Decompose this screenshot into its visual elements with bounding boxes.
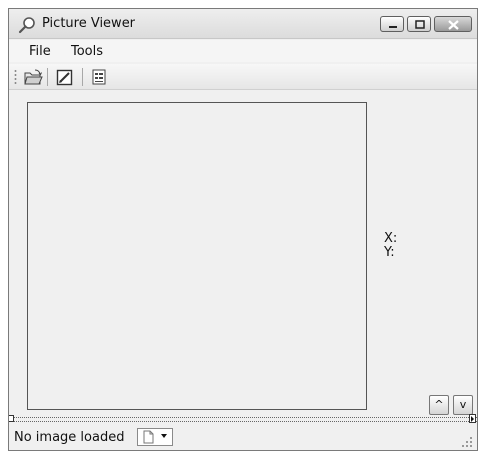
picture-box[interactable] (27, 102, 367, 410)
maximize-icon (415, 20, 425, 29)
menu-bar: File Tools (9, 40, 477, 62)
minimize-button[interactable] (380, 16, 404, 32)
close-button[interactable] (434, 16, 472, 32)
splitter-left-handle[interactable] (9, 415, 14, 422)
scroll-down-button[interactable]: v (453, 395, 473, 415)
status-bar: No image loaded (9, 423, 477, 450)
maximize-button[interactable] (407, 16, 431, 32)
open-folder-button[interactable] (23, 67, 43, 87)
properties-button[interactable] (89, 67, 109, 87)
menu-tools[interactable]: Tools (71, 44, 103, 59)
splitter[interactable] (9, 414, 477, 423)
status-text: No image loaded (14, 430, 125, 445)
resize-grip-icon[interactable] (461, 436, 473, 448)
edit-image-button[interactable] (55, 67, 75, 87)
toolbar-separator (82, 68, 83, 86)
toolbar (9, 64, 477, 90)
chevron-down-icon (161, 434, 167, 438)
magnifier-app-icon (18, 16, 36, 34)
open-folder-icon (24, 69, 43, 85)
status-dropdown-button[interactable] (137, 428, 173, 446)
document-icon (143, 430, 154, 444)
x-coordinate-label: X: (384, 231, 398, 246)
splitter-right-handle[interactable] (469, 414, 476, 423)
scroll-up-button[interactable]: ^ (429, 395, 449, 415)
y-coordinate-label: Y: (384, 245, 395, 260)
properties-icon (92, 69, 106, 85)
content-area: X: Y: ^ v (9, 91, 477, 417)
toolbar-separator (47, 68, 48, 86)
close-icon (448, 20, 459, 30)
toolbar-grip[interactable] (14, 69, 17, 85)
menu-file[interactable]: File (29, 44, 51, 59)
edit-image-icon (56, 69, 73, 86)
picture-viewer-window: Picture Viewer File Tools X: Y: ^ v No i… (8, 8, 478, 451)
minimize-icon (389, 26, 397, 28)
window-title: Picture Viewer (42, 16, 136, 31)
title-bar: Picture Viewer (9, 9, 477, 39)
